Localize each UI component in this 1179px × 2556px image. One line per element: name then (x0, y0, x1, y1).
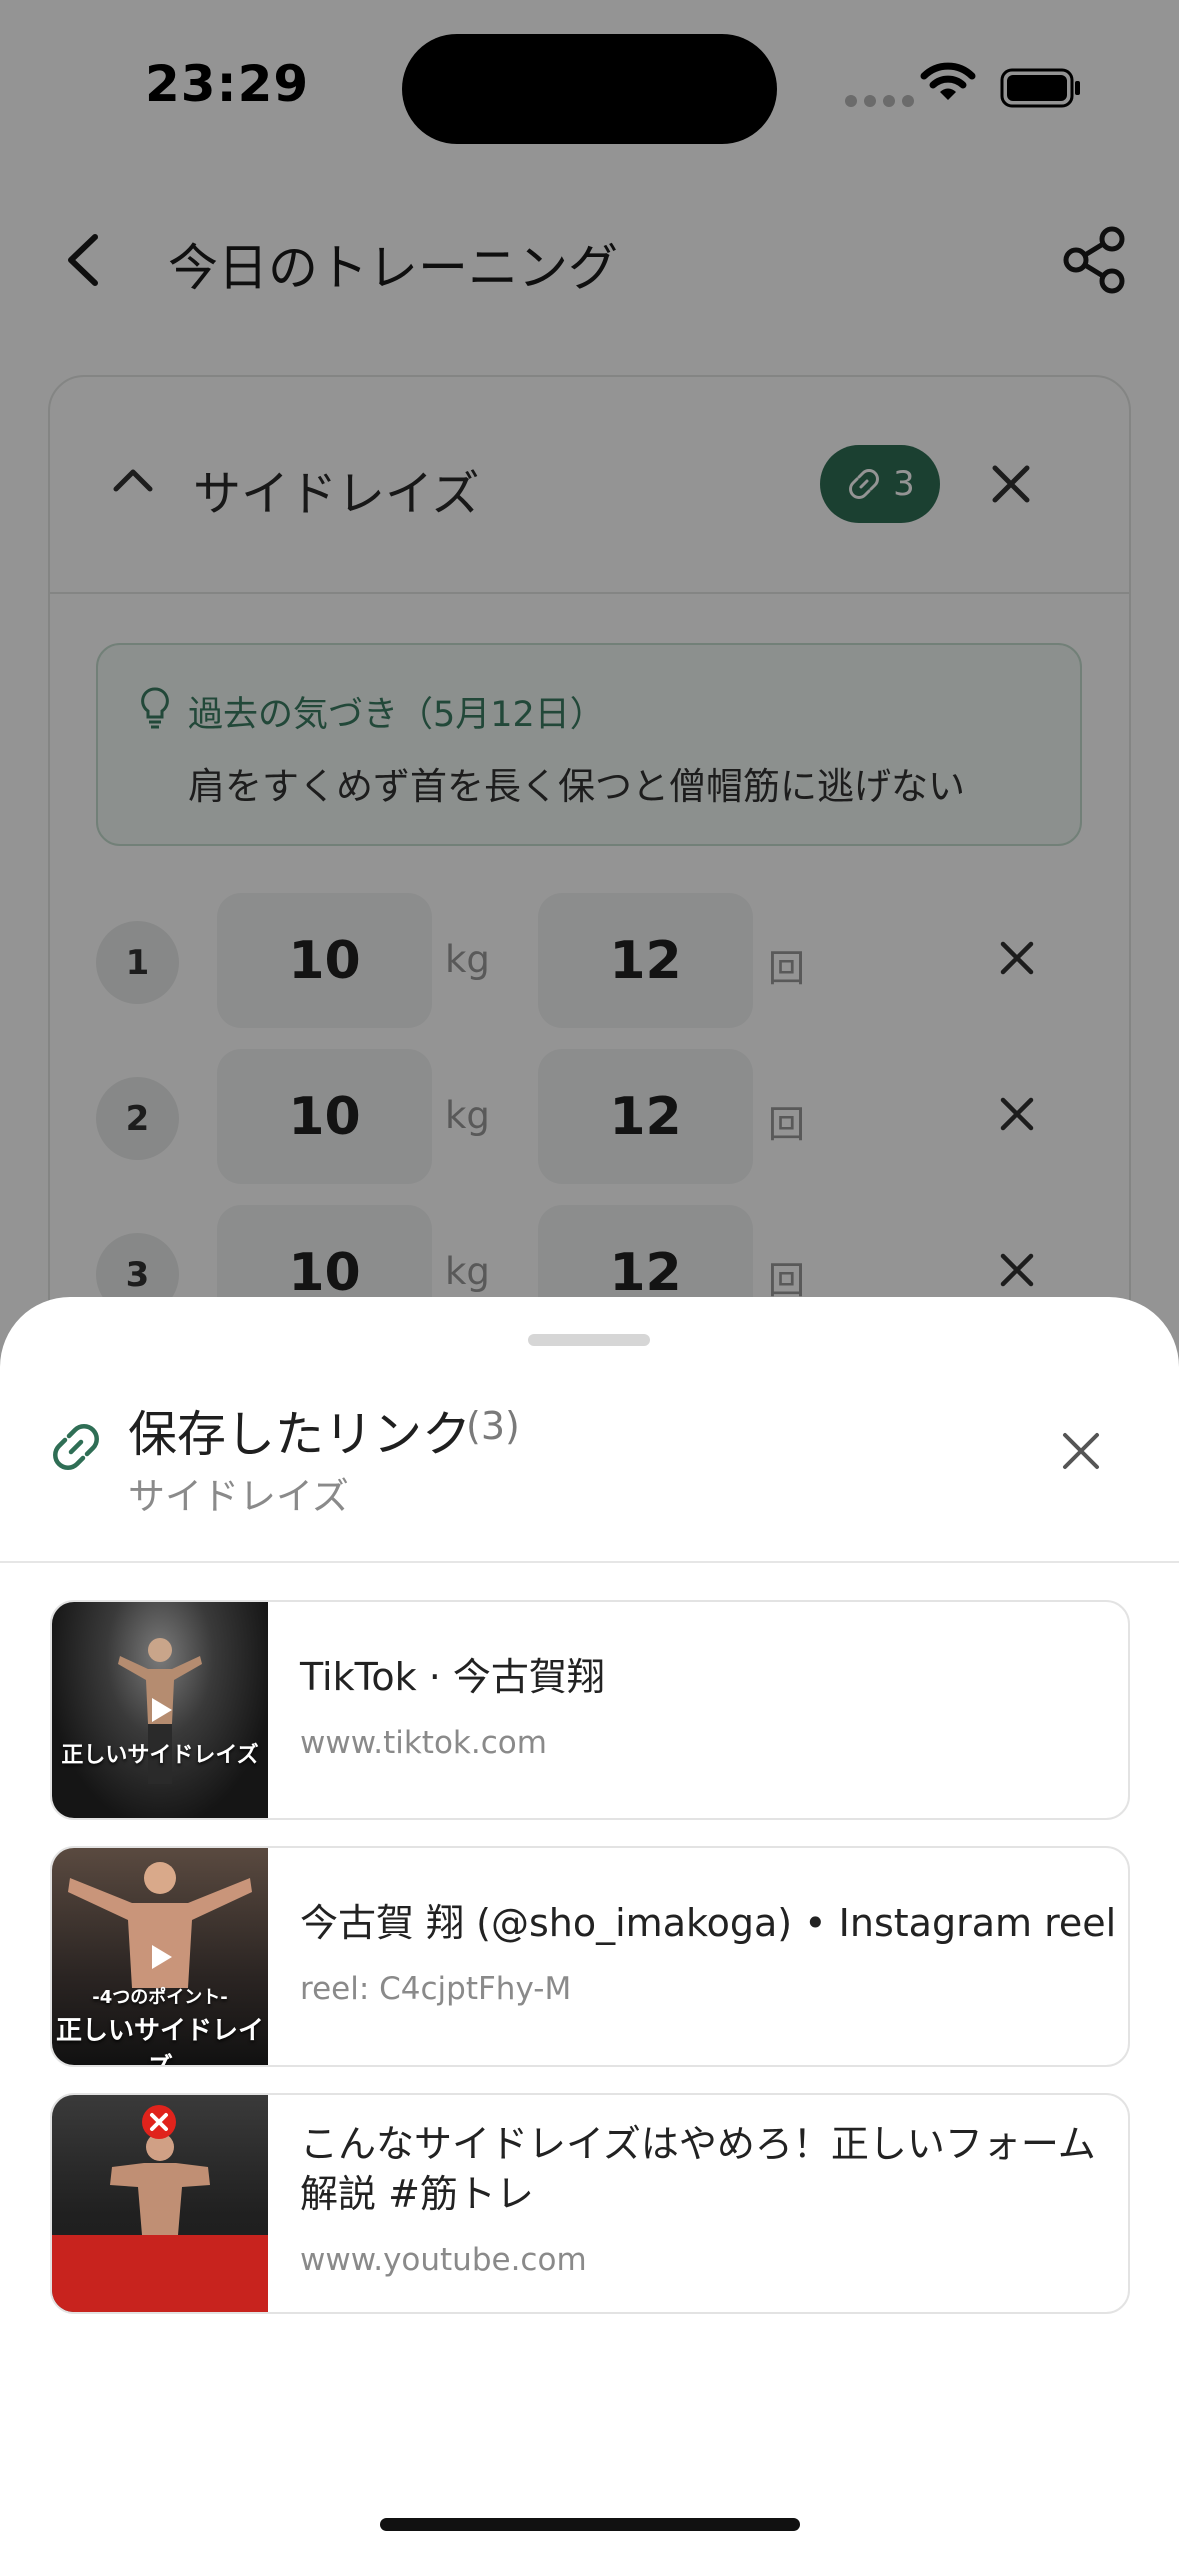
link-title-line-1: こんなサイドレイズはやめろ！正しいフォーム (300, 2122, 1096, 2166)
video-thumbnail (52, 2095, 268, 2312)
person-figure (110, 2133, 210, 2235)
thumbnail-caption-top: -4つのポイント- (92, 1987, 228, 2008)
thumbnail-text-banner (52, 2235, 268, 2312)
video-thumbnail: -4つのポイント- 正しいサイドレイズ (52, 1848, 268, 2065)
link-icon (53, 1424, 99, 1470)
play-icon (152, 1698, 172, 1722)
saved-link-card[interactable]: 正しいサイドレイズ TikTok · 今古賀翔 www.tiktok.com (50, 1600, 1130, 1820)
screen: 23:29 今日のトレーニング サイドレイズ 3 過去の気づき（5月12日） 肩… (0, 0, 1179, 2556)
play-icon (152, 1944, 172, 1969)
thumbnail-caption: 正しいサイドレイズ (61, 1743, 259, 1768)
person-figure (68, 1862, 252, 1988)
close-sheet-icon[interactable] (1060, 1430, 1102, 1472)
saved-link-card[interactable]: こんなサイドレイズはやめろ！正しいフォーム 解説 #筋トレ www.youtub… (50, 2093, 1130, 2314)
sheet-divider (0, 1561, 1179, 1563)
home-indicator[interactable] (380, 2518, 800, 2531)
video-thumbnail: 正しいサイドレイズ (52, 1602, 268, 1818)
saved-link-card[interactable]: -4つのポイント- 正しいサイドレイズ 今古賀 翔 (@sho_imakoga)… (50, 1846, 1130, 2067)
link-url: www.youtube.com (300, 2242, 587, 2278)
link-url: www.tiktok.com (300, 1725, 547, 1761)
sheet-link-count: (3) (466, 1404, 520, 1448)
red-x-mark-icon (142, 2105, 176, 2139)
link-title-line-2: 解説 #筋トレ (300, 2172, 534, 2216)
link-title: TikTok · 今古賀翔 (300, 1655, 605, 1699)
sheet-subtitle: サイドレイズ (128, 1475, 349, 1518)
thumbnail-caption: 正しいサイドレイズ (55, 2016, 264, 2065)
link-title: 今古賀 翔 (@sho_imakoga) • Instagram reel (300, 1901, 1117, 1945)
sheet-title: 保存したリンク (128, 1406, 472, 1463)
link-url: reel: C4cjptFhy-M (300, 1971, 572, 2007)
sheet-grabber[interactable] (528, 1334, 650, 1346)
